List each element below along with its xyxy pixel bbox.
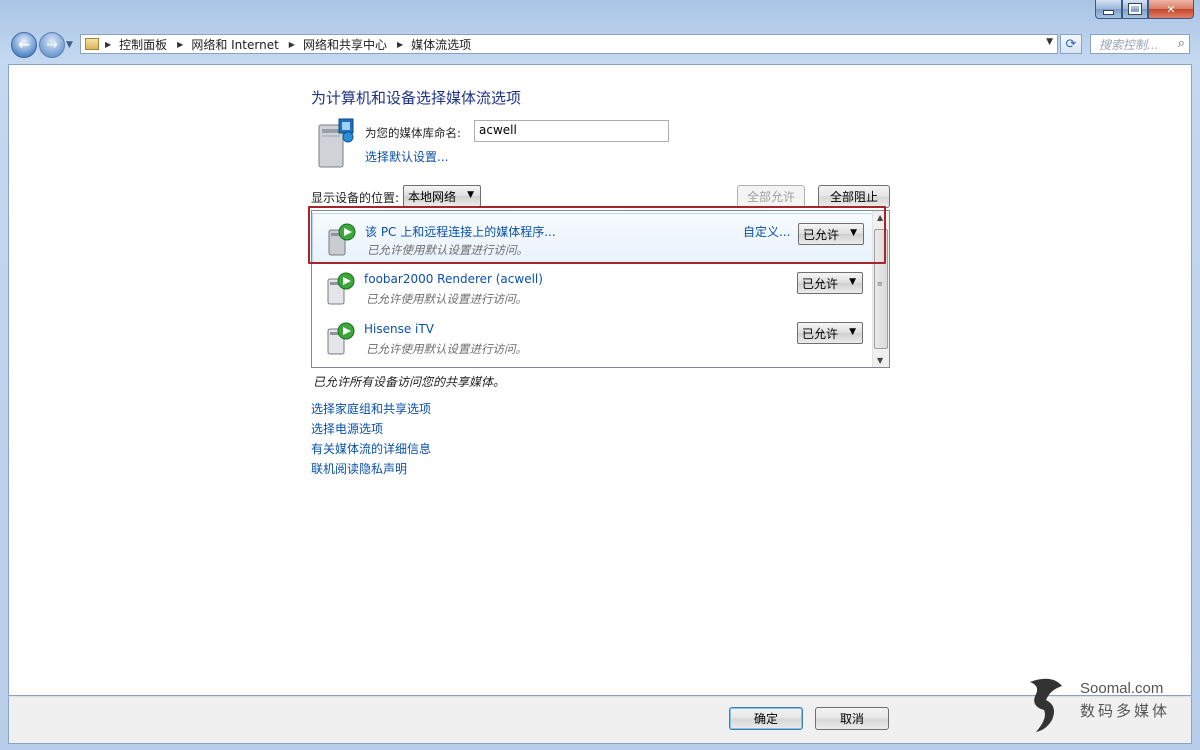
address-bar[interactable]: ▶ 控制面板 ▶ 网络和 Internet ▶ 网络和共享中心 ▶ 媒体流选项 …	[80, 34, 1058, 54]
device-row[interactable]: foobar2000 Renderer (acwell) 已允许使用默认设置进行…	[312, 263, 874, 313]
device-access-value: 已允许	[802, 326, 839, 341]
device-access-value: 已允许	[802, 276, 839, 291]
chevron-down-icon[interactable]: ▼	[1046, 37, 1053, 47]
window: ✕ ← → ▼ ▶ 控制面板 ▶ 网络和 Internet ▶ 网络和共享中心 …	[0, 0, 1200, 750]
minimize-icon	[1103, 9, 1114, 15]
breadcrumb-item[interactable]: 网络和 Internet	[191, 36, 278, 53]
dialog-footer: 确定 取消	[8, 696, 1192, 744]
maximize-icon	[1128, 3, 1142, 15]
power-options-link[interactable]: 选择电源选项	[311, 421, 431, 437]
close-button[interactable]: ✕	[1148, 0, 1194, 19]
refresh-button[interactable]: ⟳	[1060, 34, 1082, 54]
chevron-right-icon[interactable]: ▶	[289, 40, 295, 49]
chevron-down-icon: ▼	[849, 327, 856, 337]
device-name[interactable]: foobar2000 Renderer (acwell)	[364, 272, 543, 286]
device-description: 已允许使用默认设置进行访问。	[366, 292, 527, 306]
forward-arrow-icon: →	[46, 37, 58, 53]
highlight-annotation-box	[308, 206, 886, 264]
homegroup-sharing-link[interactable]: 选择家庭组和共享选项	[311, 401, 431, 417]
breadcrumb-item[interactable]: 媒体流选项	[411, 36, 471, 53]
network-location-select[interactable]: 本地网络 ▼	[403, 185, 481, 207]
related-links: 选择家庭组和共享选项 选择电源选项 有关媒体流的详细信息 联机阅读隐私声明	[311, 401, 431, 477]
privacy-statement-link[interactable]: 联机阅读隐私声明	[311, 461, 431, 477]
control-panel-icon	[85, 38, 99, 50]
device-row[interactable]: Hisense iTV 已允许使用默认设置进行访问。 已允许 ▼	[312, 313, 874, 363]
forward-button[interactable]: →	[39, 32, 65, 58]
watermark: Soomal.com 数码多媒体	[1022, 676, 1182, 734]
breadcrumb: ▶ 控制面板 ▶ 网络和 Internet ▶ 网络和共享中心 ▶ 媒体流选项	[105, 36, 481, 53]
watermark-brand: Soomal.com	[1080, 680, 1164, 697]
back-arrow-icon: ←	[18, 37, 30, 53]
device-description: 已允许使用默认设置进行访问。	[366, 342, 527, 356]
media-device-icon	[327, 322, 355, 355]
device-name[interactable]: Hisense iTV	[364, 322, 434, 336]
chevron-down-icon: ▼	[849, 277, 856, 287]
soomal-logo-icon	[1030, 678, 1062, 732]
network-location-value: 本地网络	[408, 189, 457, 204]
allow-all-button[interactable]: 全部允许	[737, 185, 805, 208]
sharing-status-text: 已允许所有设备访问您的共享媒体。	[313, 375, 506, 389]
recent-pages-dropdown[interactable]: ▼	[66, 40, 73, 50]
watermark-brand-cn: 数码多媒体	[1080, 702, 1171, 720]
device-access-select[interactable]: 已允许 ▼	[797, 322, 863, 344]
media-library-icon	[318, 118, 354, 168]
breadcrumb-item[interactable]: 控制面板	[119, 36, 167, 53]
minimize-button[interactable]	[1095, 0, 1122, 19]
search-input[interactable]: 搜索控制... ⌕	[1090, 34, 1190, 54]
back-button[interactable]: ←	[11, 32, 37, 58]
library-name-label: 为您的媒体库命名:	[365, 126, 461, 140]
search-icon[interactable]: ⌕	[1178, 36, 1185, 51]
default-settings-link[interactable]: 选择默认设置...	[365, 148, 448, 165]
media-streaming-info-link[interactable]: 有关媒体流的详细信息	[311, 441, 431, 457]
caption-buttons: ✕	[1095, 0, 1194, 19]
chevron-right-icon[interactable]: ▶	[397, 40, 403, 49]
show-devices-label: 显示设备的位置:	[311, 191, 400, 205]
maximize-button[interactable]	[1122, 0, 1148, 19]
library-name-input[interactable]: acwell	[474, 120, 669, 142]
refresh-icon: ⟳	[1065, 36, 1077, 52]
close-icon: ✕	[1166, 2, 1176, 16]
chevron-right-icon[interactable]: ▶	[105, 40, 111, 49]
chevron-down-icon: ▼	[467, 190, 474, 200]
scroll-down-icon[interactable]: ▼	[877, 356, 883, 365]
media-device-icon	[327, 272, 355, 305]
chevron-right-icon[interactable]: ▶	[177, 40, 183, 49]
navigation-bar: ← → ▼ ▶ 控制面板 ▶ 网络和 Internet ▶ 网络和共享中心 ▶ …	[0, 28, 1200, 62]
page-title: 为计算机和设备选择媒体流选项	[311, 89, 522, 107]
content-pane: 为计算机和设备选择媒体流选项 为您的媒体库命名: acwell 选择默认设置..…	[8, 64, 1192, 696]
scrollbar-grip-icon: ≡	[877, 280, 883, 288]
ok-button[interactable]: 确定	[729, 707, 803, 730]
search-placeholder: 搜索控制...	[1099, 37, 1159, 52]
cancel-button[interactable]: 取消	[815, 707, 889, 730]
block-all-button[interactable]: 全部阻止	[818, 185, 890, 208]
breadcrumb-item[interactable]: 网络和共享中心	[303, 36, 387, 53]
device-access-select[interactable]: 已允许 ▼	[797, 272, 863, 294]
